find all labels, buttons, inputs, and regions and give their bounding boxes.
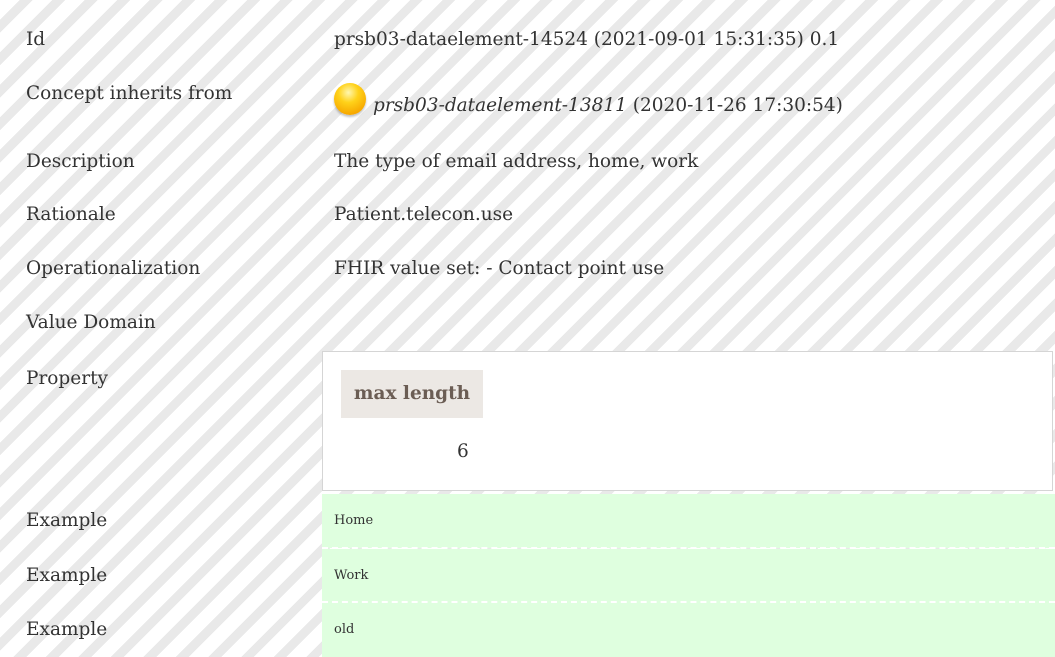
operationalization-value: FHIR value set: - Contact point use — [334, 258, 665, 279]
property-label: Property — [26, 368, 108, 389]
operationalization-label: Operationalization — [26, 258, 201, 279]
example-value: old — [334, 622, 355, 637]
example-value: Work — [334, 568, 369, 583]
status-orb-icon — [334, 83, 366, 115]
property-value: 6 — [457, 441, 469, 462]
concept-detail-table: Id prsb03-dataelement-14524 (2021-09-01 … — [0, 0, 1055, 657]
id-label: Id — [26, 29, 46, 50]
example-label: Example — [26, 510, 108, 531]
example-label: Example — [26, 565, 108, 586]
description-label: Description — [26, 151, 135, 172]
value-domain-label: Value Domain — [26, 312, 156, 333]
example-cell: Work — [322, 549, 1055, 603]
example-label: Example — [26, 619, 108, 640]
example-value: Home — [334, 513, 374, 528]
inherits-value: prsb03-dataelement-13811 (2020-11-26 17:… — [373, 94, 843, 118]
property-header: max length — [341, 370, 483, 418]
rationale-label: Rationale — [26, 204, 116, 225]
inherits-link[interactable]: prsb03-dataelement-13811 — [373, 95, 627, 116]
description-value: The type of email address, home, work — [334, 151, 699, 172]
id-value: prsb03-dataelement-14524 (2021-09-01 15:… — [334, 29, 840, 50]
inherits-date: (2020-11-26 17:30:54) — [626, 95, 843, 116]
example-cell: old — [322, 603, 1055, 657]
property-box: max length 6 — [322, 351, 1053, 491]
example-cell: Home — [322, 494, 1055, 548]
rationale-value: Patient.telecon.use — [334, 204, 514, 225]
inherits-label: Concept inherits from — [26, 83, 233, 104]
